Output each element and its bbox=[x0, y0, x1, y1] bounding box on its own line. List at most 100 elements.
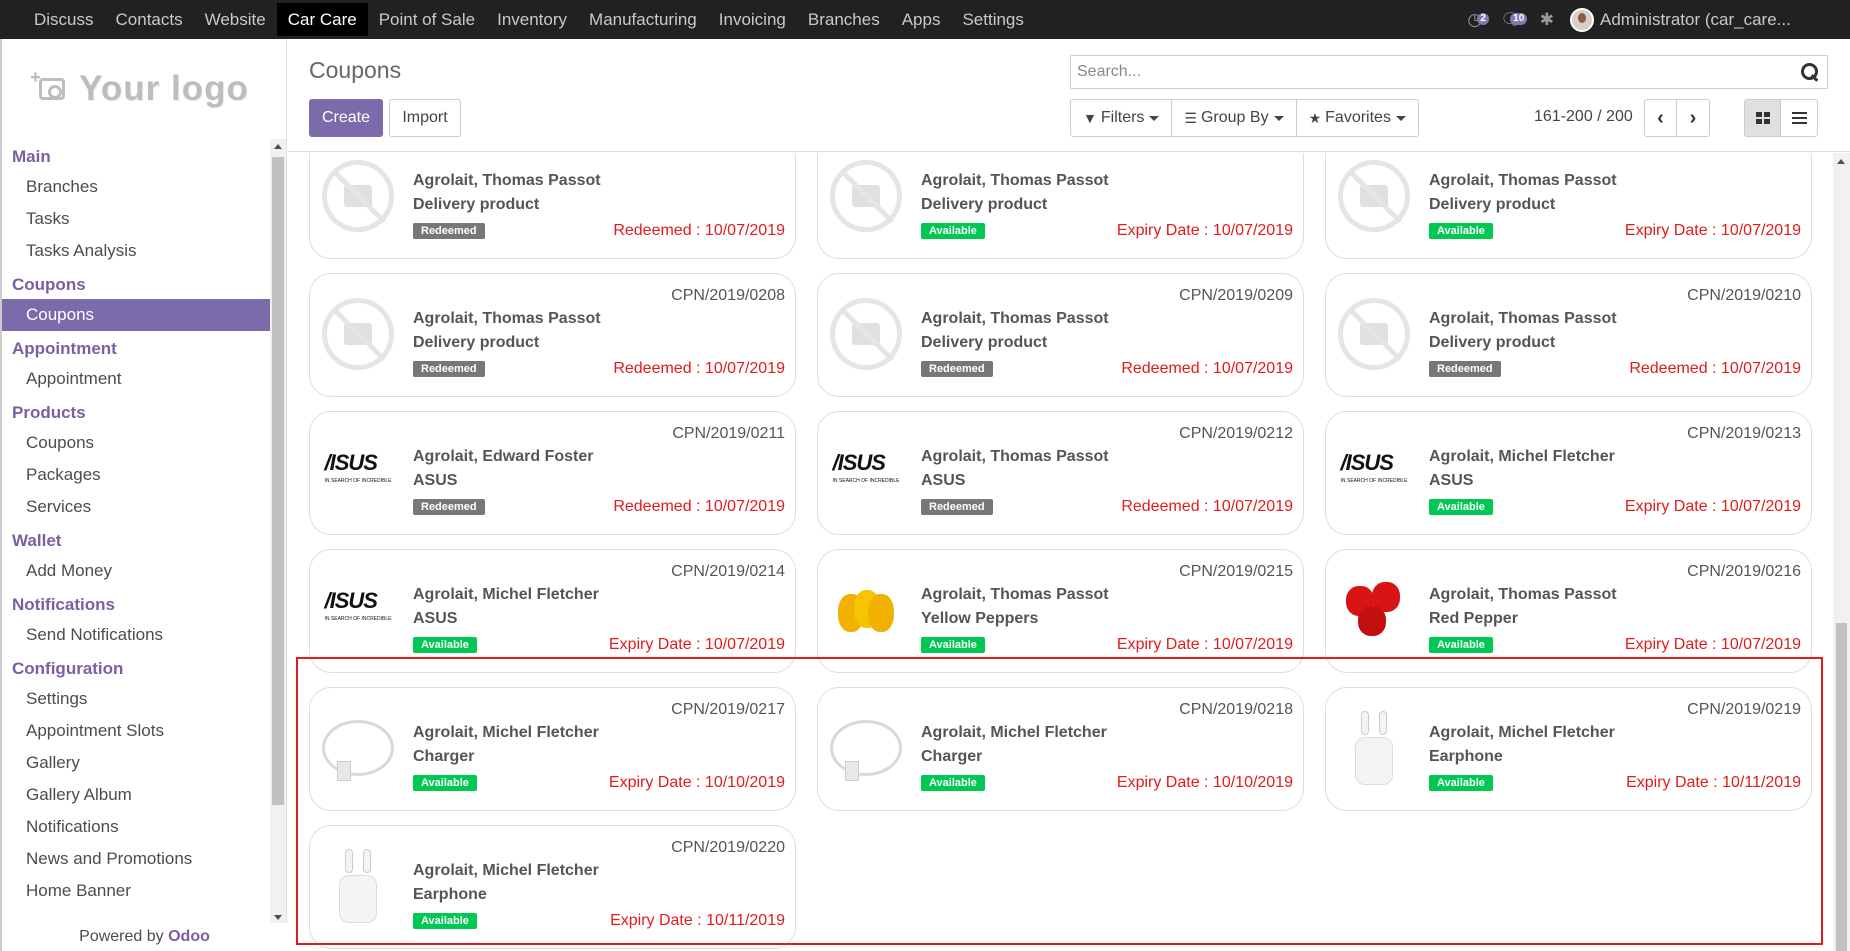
coupon-card[interactable]: /ISUS IN SEARCH OF INCREDIBLE CPN/2019/021… bbox=[1325, 411, 1812, 535]
sidebar-item-packages[interactable]: Packages bbox=[2, 459, 270, 491]
scroll-down-icon[interactable] bbox=[274, 915, 282, 920]
pager-value[interactable]: 161-200 / 200 bbox=[1534, 108, 1633, 126]
coupon-reference: CPN/2019/0220 bbox=[671, 839, 785, 856]
charger-image bbox=[830, 720, 902, 781]
coupon-date: Redeemed : 10/07/2019 bbox=[1121, 498, 1293, 515]
nav-menu-apps[interactable]: Apps bbox=[891, 3, 952, 36]
coupon-product: ASUS bbox=[921, 472, 966, 489]
avatar[interactable] bbox=[1570, 7, 1594, 32]
create-button[interactable]: Create bbox=[309, 99, 383, 137]
activity-icon[interactable]: ◷ 2 bbox=[1467, 10, 1489, 30]
filters-button[interactable]: ▼ Filters bbox=[1071, 100, 1173, 136]
coupon-card[interactable]: Agrolait, Thomas Passot Delivery product E… bbox=[1325, 153, 1812, 259]
nav-menu-car-care[interactable]: Car Care bbox=[276, 3, 368, 36]
debug-bug-icon[interactable]: ✱ bbox=[1540, 10, 1554, 30]
coupon-product: ASUS bbox=[1429, 472, 1474, 489]
sidebar-item-notifications[interactable]: Notifications bbox=[2, 811, 270, 843]
coupon-partner: Agrolait, Michel Fletcher bbox=[921, 724, 1107, 741]
coupon-card[interactable]: CPN/2019/0210 Agrolait, Thomas Passot Deli… bbox=[1325, 273, 1812, 397]
coupon-thumbnail bbox=[828, 710, 904, 786]
coupon-card[interactable]: Agrolait, Thomas Passot Delivery product R… bbox=[309, 153, 796, 259]
sidebar-section-coupons[interactable]: Coupons bbox=[2, 271, 270, 299]
caret-down-icon bbox=[1273, 115, 1284, 121]
coupon-card[interactable]: CPN/2019/0208 Agrolait, Thomas Passot Deli… bbox=[309, 273, 796, 397]
coupon-card[interactable]: CPN/2019/0217 Agrolait, Michel Fletcher Ch… bbox=[309, 687, 796, 811]
nav-menu-settings[interactable]: Settings bbox=[951, 3, 1034, 36]
sidebar-item-coupons[interactable]: Coupons bbox=[2, 299, 270, 331]
messages-icon[interactable]: 🗨10 bbox=[1500, 10, 1528, 30]
sidebar-item-add-money[interactable]: Add Money bbox=[2, 555, 270, 587]
coupon-card[interactable]: CPN/2019/0215 Agrolait, Thomas Passot Yell… bbox=[817, 549, 1304, 673]
sidebar-section-wallet[interactable]: Wallet bbox=[2, 527, 270, 555]
coupon-product: Red Pepper bbox=[1429, 610, 1518, 627]
status-badge: Redeemed bbox=[413, 361, 485, 377]
coupon-partner: Agrolait, Thomas Passot bbox=[921, 586, 1109, 603]
status-badge: Redeemed bbox=[1429, 361, 1501, 377]
coupon-reference: CPN/2019/0217 bbox=[671, 701, 785, 718]
charger-image bbox=[322, 720, 394, 781]
coupon-card[interactable]: CPN/2019/0220 Agrolait, Michel Fletcher Ea… bbox=[309, 825, 796, 949]
caret-down-icon bbox=[1149, 115, 1160, 121]
coupon-reference: CPN/2019/0209 bbox=[1179, 287, 1293, 304]
coupon-card[interactable]: CPN/2019/0216 Agrolait, Thomas Passot Red … bbox=[1325, 549, 1812, 673]
sidebar-item-branches[interactable]: Branches bbox=[2, 171, 270, 203]
import-button[interactable]: Import bbox=[389, 99, 461, 137]
coupon-card[interactable]: CPN/2019/0219 Agrolait, Michel Fletcher Ea… bbox=[1325, 687, 1812, 811]
coupon-partner: Agrolait, Michel Fletcher bbox=[413, 724, 599, 741]
nav-menu-discuss[interactable]: Discuss bbox=[23, 3, 105, 36]
coupon-card[interactable]: CPN/2019/0209 Agrolait, Thomas Passot Deli… bbox=[817, 273, 1304, 397]
sidebar-item-gallery-album[interactable]: Gallery Album bbox=[2, 779, 270, 811]
nav-menu-inventory[interactable]: Inventory bbox=[486, 3, 578, 36]
coupon-card[interactable]: /ISUS IN SEARCH OF INCREDIBLE CPN/2019/021… bbox=[309, 411, 796, 535]
search-options: ▼ Filters ☰ Group By ★ Favorites bbox=[1070, 99, 1419, 137]
sidebar-section-main[interactable]: Main bbox=[2, 143, 270, 171]
nav-menu-point-of-sale[interactable]: Point of Sale bbox=[368, 3, 486, 36]
coupon-card[interactable]: Agrolait, Thomas Passot Delivery product E… bbox=[817, 153, 1304, 259]
scroll-up-icon[interactable] bbox=[274, 144, 282, 149]
powered-by-brand-link[interactable]: Odoo bbox=[168, 928, 210, 945]
nav-menu-manufacturing[interactable]: Manufacturing bbox=[578, 3, 708, 36]
group-by-button[interactable]: ☰ Group By bbox=[1172, 100, 1297, 136]
sidebar-item-home-banner[interactable]: Home Banner bbox=[2, 875, 270, 907]
search-input[interactable] bbox=[1071, 63, 1799, 81]
kanban-view-button[interactable] bbox=[1745, 100, 1781, 136]
sidebar-item-services[interactable]: Services bbox=[2, 491, 270, 523]
coupon-card[interactable]: CPN/2019/0218 Agrolait, Michel Fletcher Ch… bbox=[817, 687, 1304, 811]
favorites-button[interactable]: ★ Favorites bbox=[1297, 100, 1418, 136]
nav-menu-website[interactable]: Website bbox=[194, 3, 277, 36]
sidebar-section-notifications[interactable]: Notifications bbox=[2, 591, 270, 619]
pager-previous-button[interactable]: ‹ bbox=[1645, 100, 1677, 136]
coupon-date: Expiry Date : 10/07/2019 bbox=[1624, 222, 1801, 239]
coupon-date: Expiry Date : 10/07/2019 bbox=[608, 636, 785, 653]
sidebar-item-settings[interactable]: Settings bbox=[2, 683, 270, 715]
scrollbar-thumb[interactable] bbox=[1836, 623, 1847, 951]
pager-next-button[interactable]: › bbox=[1677, 100, 1709, 136]
scrollbar-thumb[interactable] bbox=[272, 157, 284, 805]
scroll-up-icon[interactable] bbox=[1837, 159, 1845, 164]
nav-menu-contacts[interactable]: Contacts bbox=[105, 3, 194, 36]
nav-menu-branches[interactable]: Branches bbox=[797, 3, 891, 36]
sidebar-item-gallery[interactable]: Gallery bbox=[2, 747, 270, 779]
sidebar-item-coupons[interactable]: Coupons bbox=[2, 427, 270, 459]
sidebar-item-news-and-promotions[interactable]: News and Promotions bbox=[2, 843, 270, 875]
list-view-button[interactable] bbox=[1781, 100, 1817, 136]
camera-icon bbox=[30, 67, 66, 100]
sidebar-item-send-notifications[interactable]: Send Notifications bbox=[2, 619, 270, 651]
sidebar-section-configuration[interactable]: Configuration bbox=[2, 655, 270, 683]
nav-menu-invoicing[interactable]: Invoicing bbox=[708, 3, 797, 36]
search-icon[interactable] bbox=[1799, 61, 1821, 83]
sidebar-section-appointment[interactable]: Appointment bbox=[2, 335, 270, 363]
sidebar-scrollbar[interactable] bbox=[270, 139, 286, 925]
sidebar-item-appointment[interactable]: Appointment bbox=[2, 363, 270, 395]
coupon-card[interactable]: /ISUS IN SEARCH OF INCREDIBLE CPN/2019/021… bbox=[817, 411, 1304, 535]
coupon-date: Expiry Date : 10/07/2019 bbox=[1624, 636, 1801, 653]
main-scrollbar[interactable] bbox=[1833, 153, 1850, 951]
coupon-card[interactable]: /ISUS IN SEARCH OF INCREDIBLE CPN/2019/021… bbox=[309, 549, 796, 673]
sidebar-item-appointment-slots[interactable]: Appointment Slots bbox=[2, 715, 270, 747]
kanban-grid-icon bbox=[1755, 112, 1770, 124]
user-menu[interactable]: Administrator (car_care... bbox=[1600, 10, 1850, 30]
sidebar-item-tasks-analysis[interactable]: Tasks Analysis bbox=[2, 235, 270, 267]
company-logo: Your logo bbox=[2, 39, 286, 139]
sidebar-section-products[interactable]: Products bbox=[2, 399, 270, 427]
sidebar-item-tasks[interactable]: Tasks bbox=[2, 203, 270, 235]
